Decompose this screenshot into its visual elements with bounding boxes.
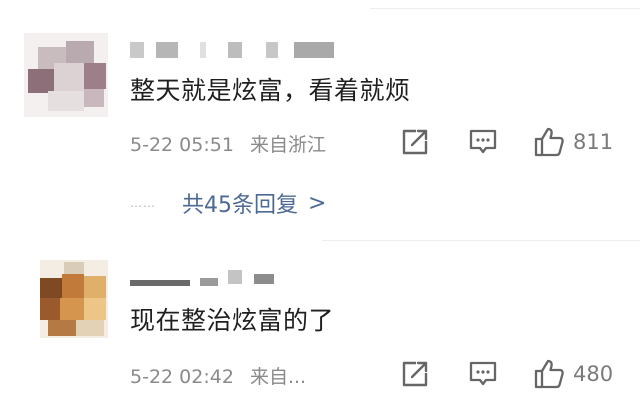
share-icon (402, 361, 428, 387)
thumbs-up-icon (534, 127, 564, 157)
comment-meta: 5-22 02:42 来自... (130, 362, 306, 389)
comment-location: 来自... (249, 366, 307, 388)
more-replies-link[interactable]: …… 共45条回复 > (130, 188, 327, 219)
comment-icon (469, 361, 497, 386)
reply-button[interactable] (468, 356, 498, 392)
comment-icon (469, 129, 497, 154)
like-button[interactable]: 811 (533, 124, 613, 160)
username[interactable] (130, 268, 350, 288)
chevron-right-icon: > (308, 190, 327, 216)
ellipsis: …… (130, 196, 156, 210)
comment-actions: 480 (390, 356, 640, 392)
avatar[interactable] (24, 33, 108, 117)
comment-location: 来自浙江 (249, 134, 326, 156)
like-button[interactable]: 480 (533, 356, 613, 392)
comment-text: 整天就是炫富，看着就烦 (130, 76, 411, 105)
comment-item: 整天就是炫富，看着就烦 5-22 05:51 来自浙江 811 …… 共45条回… (0, 28, 640, 228)
share-button[interactable] (400, 124, 430, 160)
comment-item: 现在整治炫富的了 5-22 02:42 来自... 480 (0, 258, 640, 403)
comment-date: 5-22 02:42 (130, 366, 234, 388)
avatar[interactable] (40, 260, 108, 338)
comment-meta: 5-22 05:51 来自浙江 (130, 130, 326, 157)
like-count: 480 (573, 362, 614, 386)
replies-count-label: 共45条回复 (182, 193, 298, 218)
comment-actions: 811 (390, 124, 640, 160)
thumbs-up-icon (534, 359, 564, 389)
divider (322, 240, 640, 241)
reply-button[interactable] (468, 124, 498, 160)
share-button[interactable] (400, 356, 430, 392)
comment-text: 现在整治炫富的了 (130, 306, 335, 335)
comment-date: 5-22 05:51 (130, 134, 234, 156)
username[interactable] (130, 42, 350, 62)
like-count: 811 (573, 130, 614, 154)
divider (370, 8, 640, 9)
share-icon (402, 129, 428, 155)
